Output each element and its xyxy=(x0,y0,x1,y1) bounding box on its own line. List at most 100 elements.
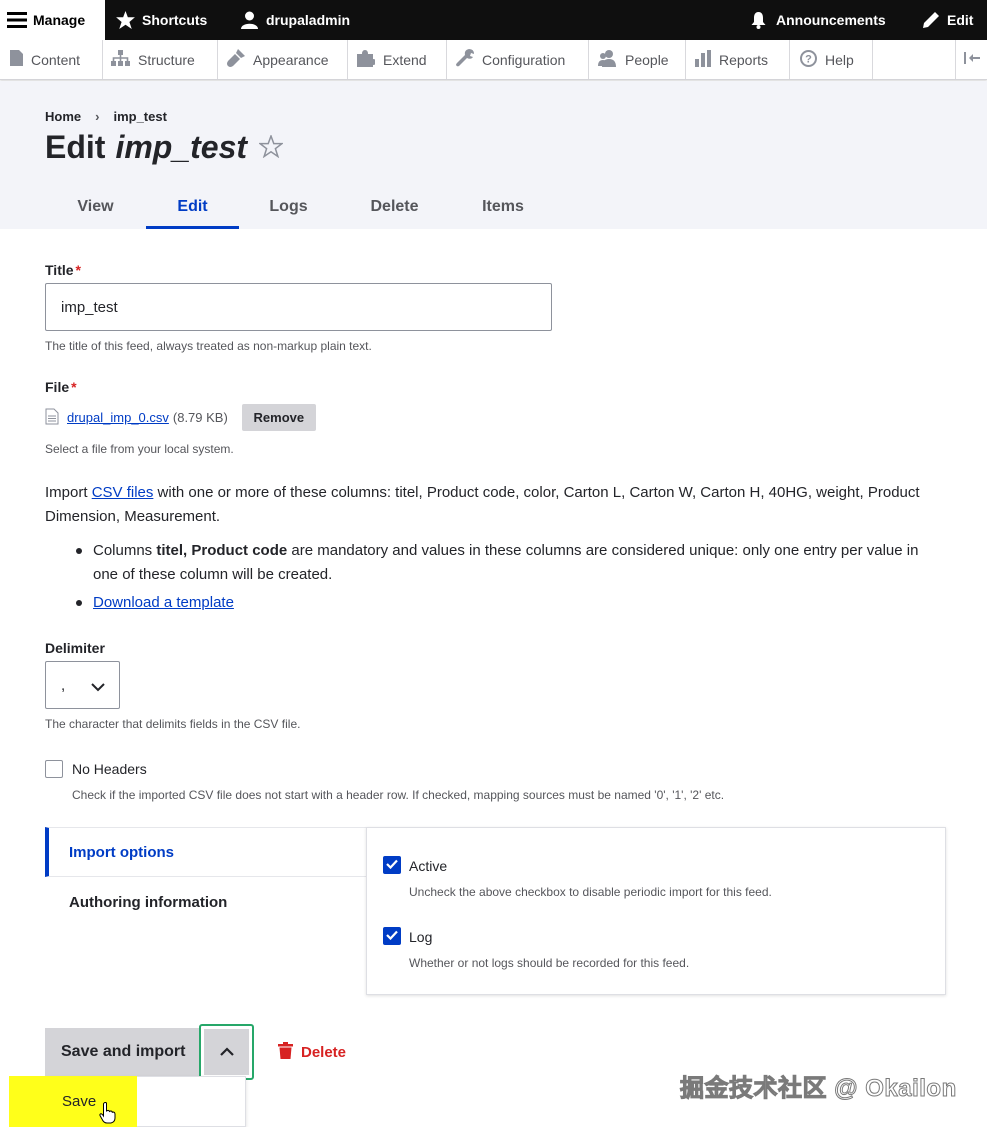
page-title-name: imp_test xyxy=(115,129,248,165)
vertical-tab-pane: Active Uncheck the above checkbox to dis… xyxy=(366,827,946,995)
file-label-text: File xyxy=(45,379,70,395)
tray-label-reports: Reports xyxy=(719,51,769,68)
admin-toolbar: Manage Shortcuts drupaladmin Announcemen… xyxy=(0,0,987,40)
tray-item-extend[interactable]: Extend xyxy=(348,40,447,79)
hamburger-icon xyxy=(7,12,27,28)
announcements-button[interactable]: Announcements xyxy=(751,0,886,40)
file-widget: drupal_imp_0.csv (8.79 KB) Remove xyxy=(45,404,316,431)
file-description: Select a file from your local system. xyxy=(45,442,234,456)
list-item: Columns titel, Product code are mandator… xyxy=(70,539,925,587)
bullet-prefix: Columns xyxy=(93,542,157,559)
delimiter-value: , xyxy=(61,676,66,694)
title-input[interactable]: imp_test xyxy=(45,283,552,331)
tab-delete[interactable]: Delete xyxy=(338,185,451,229)
save-menu-item[interactable]: Save xyxy=(62,1093,96,1110)
tray-label-structure: Structure xyxy=(138,51,195,68)
pencil-icon xyxy=(922,11,940,29)
shortcuts-button[interactable]: Shortcuts xyxy=(116,0,207,40)
no-headers-checkbox[interactable] xyxy=(45,760,63,778)
collapse-tray-button[interactable] xyxy=(955,40,987,79)
tab-items[interactable]: Items xyxy=(451,185,555,229)
tray-label-people: People xyxy=(625,51,669,68)
announcements-label: Announcements xyxy=(776,12,886,28)
watermark-text: 掘金技术社区 @ Okailon xyxy=(680,1075,957,1103)
tray-item-appearance[interactable]: Appearance xyxy=(218,40,348,79)
breadcrumb-current[interactable]: imp_test xyxy=(113,109,166,124)
tray-label-extend: Extend xyxy=(383,51,427,68)
title-description: The title of this feed, always treated a… xyxy=(45,339,372,353)
delete-label: Delete xyxy=(301,1044,347,1061)
favorite-star-icon[interactable] xyxy=(257,129,285,166)
manage-button[interactable]: Manage xyxy=(0,0,105,40)
list-item: Download a template xyxy=(70,591,925,615)
collapse-icon xyxy=(963,51,980,69)
active-label: Active xyxy=(409,858,448,874)
primary-tabs: View Edit Logs Delete Items xyxy=(45,185,555,229)
tray-item-reports[interactable]: Reports xyxy=(686,40,790,79)
title-label-text: Title xyxy=(45,262,74,278)
page-title-prefix: Edit xyxy=(45,129,106,165)
user-button[interactable]: drupaladmin xyxy=(241,0,350,40)
delimiter-select[interactable]: , xyxy=(45,661,120,709)
delete-link[interactable]: Delete xyxy=(278,1042,346,1063)
puzzle-icon xyxy=(357,49,383,70)
no-headers-label: No Headers xyxy=(72,761,147,777)
import-help-text: Import CSV files with one or more of the… xyxy=(45,481,925,529)
page-title: Edit imp_test xyxy=(45,129,285,166)
people-icon xyxy=(598,49,625,70)
tray-item-structure[interactable]: Structure xyxy=(103,40,218,79)
breadcrumb-home[interactable]: Home xyxy=(45,109,81,124)
dropbutton-toggle-inner xyxy=(204,1029,249,1075)
dropbutton-toggle[interactable] xyxy=(199,1024,254,1080)
remove-button[interactable]: Remove xyxy=(241,404,316,431)
active-checkbox[interactable] xyxy=(383,856,401,874)
tab-view[interactable]: View xyxy=(45,185,146,229)
star-icon xyxy=(116,11,135,29)
save-and-import-button[interactable]: Save and import xyxy=(45,1028,200,1076)
tray-item-content[interactable]: Content xyxy=(0,40,103,79)
active-description: Uncheck the above checkbox to disable pe… xyxy=(409,885,772,899)
download-template-link[interactable]: Download a template xyxy=(93,594,234,611)
log-label: Log xyxy=(409,929,433,945)
chevron-down-icon xyxy=(91,679,105,696)
required-marker: * xyxy=(71,379,77,395)
import-help-list: Columns titel, Product code are mandator… xyxy=(70,539,925,615)
chevron-up-icon xyxy=(219,1043,234,1061)
tray-label-configuration: Configuration xyxy=(482,51,566,68)
user-icon xyxy=(241,11,258,29)
checkmark-icon xyxy=(386,927,398,945)
vertical-tabs-menu: Import options Authoring information xyxy=(45,827,367,927)
edit-toolbar-button[interactable]: Edit xyxy=(922,0,973,40)
log-checkbox[interactable] xyxy=(383,927,401,945)
vtab-import-options[interactable]: Import options xyxy=(45,827,367,877)
import-prefix: Import xyxy=(45,484,92,501)
bullet-bold: titel, Product code xyxy=(156,542,288,559)
admin-menu-tray: Content Structure Appearance Extend Conf… xyxy=(0,40,987,80)
title-label: Title * xyxy=(45,262,81,278)
shortcuts-label: Shortcuts xyxy=(142,12,208,28)
file-label: File * xyxy=(45,379,77,395)
bar-chart-icon xyxy=(695,49,719,70)
breadcrumb: Home › imp_test xyxy=(45,109,167,124)
file-link[interactable]: drupal_imp_0.csv xyxy=(67,410,169,425)
tray-label-content: Content xyxy=(31,51,81,68)
delimiter-label: Delimiter xyxy=(45,640,105,656)
tray-label-appearance: Appearance xyxy=(253,51,329,68)
bell-icon xyxy=(751,11,766,29)
svg-text:?: ? xyxy=(805,53,812,65)
user-label: drupaladmin xyxy=(266,12,351,28)
tray-item-configuration[interactable]: Configuration xyxy=(447,40,589,79)
vtab-authoring-information[interactable]: Authoring information xyxy=(45,877,367,927)
checkmark-icon xyxy=(386,856,398,874)
import-rest: with one or more of these columns: titel… xyxy=(45,484,920,525)
tray-label-help: Help xyxy=(825,51,854,68)
tab-edit[interactable]: Edit xyxy=(146,185,239,229)
csv-files-link[interactable]: CSV files xyxy=(92,484,154,501)
tray-item-help[interactable]: ? Help xyxy=(790,40,873,79)
trash-icon xyxy=(278,1042,301,1063)
manage-label: Manage xyxy=(33,12,86,28)
sitemap-icon xyxy=(111,50,138,69)
tray-item-people[interactable]: People xyxy=(589,40,686,79)
tab-logs[interactable]: Logs xyxy=(239,185,338,229)
file-size: (8.79 KB) xyxy=(172,410,228,425)
